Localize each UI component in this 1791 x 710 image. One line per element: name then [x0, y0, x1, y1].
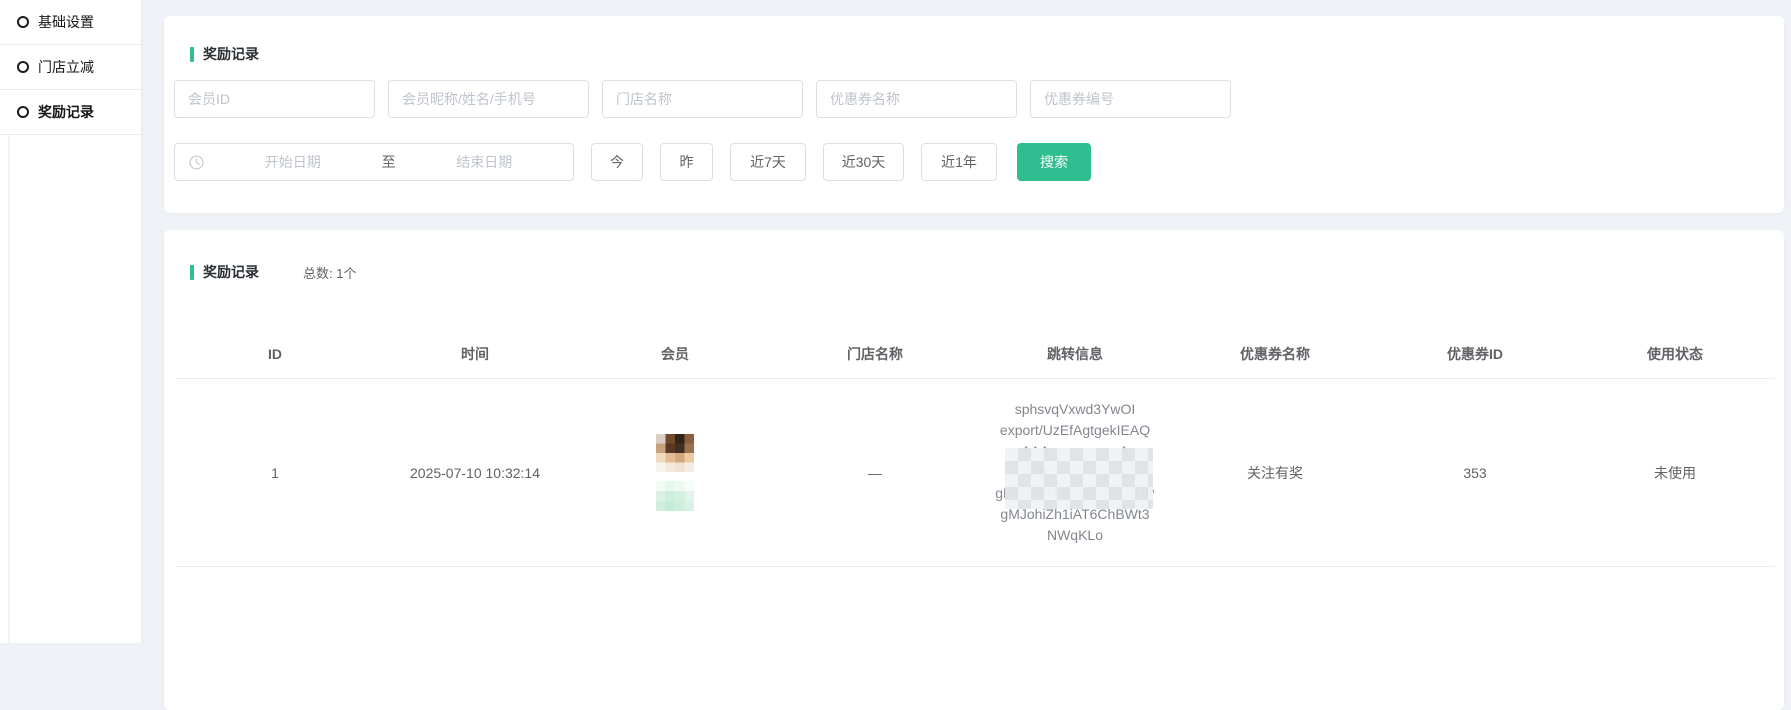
column-header-id: ID — [175, 330, 375, 378]
cell-coupon-id: 353 — [1375, 465, 1575, 481]
last-7-days-button[interactable]: 近7天 — [730, 143, 806, 181]
title-marker-bar — [190, 265, 194, 280]
member-id-input[interactable] — [174, 80, 375, 118]
jump-info-line: sphsvqVxwd3YwOI — [975, 399, 1175, 420]
sidebar-item-reward-records[interactable]: 奖励记录 — [0, 90, 141, 135]
filter-inputs-row — [174, 80, 1244, 118]
sidebar-item-label: 基础设置 — [38, 12, 94, 32]
date-range-picker[interactable]: 开始日期 至 结束日期 — [174, 143, 574, 181]
last-30-days-button[interactable]: 近30天 — [823, 143, 904, 181]
title-marker-bar — [190, 47, 194, 62]
records-panel-title: 奖励记录 总数: 1个 — [190, 262, 356, 282]
column-header-coupon-name: 优惠券名称 — [1175, 330, 1375, 378]
avatar-face-pixelated — [656, 434, 694, 472]
today-button[interactable]: 今 — [591, 143, 643, 181]
cell-use-status: 未使用 — [1575, 463, 1775, 483]
panel-title-text: 奖励记录 — [203, 44, 259, 64]
records-table: ID 时间 会员 门店名称 跳转信息 优惠券名称 优惠券ID 使用状态 1 20… — [175, 330, 1775, 567]
jump-info-line: NWqKLo — [975, 525, 1175, 546]
circle-icon — [17, 16, 29, 28]
cell-id: 1 — [175, 465, 375, 481]
search-button[interactable]: 搜索 — [1017, 143, 1091, 181]
cell-member — [575, 434, 775, 511]
sidebar-item-label: 奖励记录 — [38, 102, 94, 122]
start-date-placeholder[interactable]: 开始日期 — [204, 152, 382, 172]
clock-icon — [189, 155, 204, 170]
member-avatar-blurred — [575, 434, 775, 511]
coupon-name-input[interactable] — [816, 80, 1017, 118]
cell-time: 2025-07-10 10:32:14 — [375, 465, 575, 481]
column-header-store-name: 门店名称 — [775, 330, 975, 378]
member-name-input[interactable] — [388, 80, 589, 118]
column-header-time: 时间 — [375, 330, 575, 378]
end-date-placeholder[interactable]: 结束日期 — [396, 152, 574, 172]
censored-blur-region — [1005, 448, 1153, 509]
records-panel: 奖励记录 总数: 1个 ID 时间 会员 门店名称 跳转信息 优惠券名称 优惠券… — [164, 230, 1784, 710]
store-name-input[interactable] — [602, 80, 803, 118]
column-header-member: 会员 — [575, 330, 775, 378]
last-1-year-button[interactable]: 近1年 — [921, 143, 997, 181]
circle-icon — [17, 106, 29, 118]
yesterday-button[interactable]: 昨 — [660, 143, 713, 181]
cell-store-name: — — [775, 465, 975, 481]
sidebar-item-label: 门店立减 — [38, 57, 94, 77]
column-header-jump-info: 跳转信息 — [975, 330, 1175, 378]
cell-jump-info: sphsvqVxwd3YwOI export/UzEfAgtgekIEAQ AA… — [975, 399, 1175, 546]
date-range-separator: 至 — [382, 152, 396, 172]
avatar-bottom-pixelated — [656, 481, 694, 511]
filter-date-row: 开始日期 至 结束日期 今 昨 近7天 近30天 近1年 搜索 — [174, 143, 1091, 181]
column-header-coupon-id: 优惠券ID — [1375, 330, 1575, 378]
total-count-label: 总数: 1个 — [303, 263, 356, 282]
cell-coupon-name: 关注有奖 — [1175, 463, 1375, 483]
coupon-code-input[interactable] — [1030, 80, 1231, 118]
sidebar: 基础设置 门店立减 奖励记录 — [0, 0, 142, 643]
circle-icon — [17, 61, 29, 73]
sidebar-item-store-discount[interactable]: 门店立减 — [0, 45, 141, 90]
table-header-row: ID 时间 会员 门店名称 跳转信息 优惠券名称 优惠券ID 使用状态 — [175, 330, 1775, 379]
table-row: 1 2025-07-10 10:32:14 — [175, 379, 1775, 567]
sidebar-item-basic-settings[interactable]: 基础设置 — [0, 0, 141, 45]
filter-panel: 奖励记录 开始日期 至 结束日期 今 昨 近7天 近30天 近1年 搜索 — [164, 16, 1784, 213]
filter-panel-title: 奖励记录 — [190, 44, 259, 64]
jump-info-line: export/UzEfAgtgekIEAQ — [975, 420, 1175, 441]
panel-title-text: 奖励记录 — [203, 262, 259, 282]
column-header-use-status: 使用状态 — [1575, 330, 1775, 378]
